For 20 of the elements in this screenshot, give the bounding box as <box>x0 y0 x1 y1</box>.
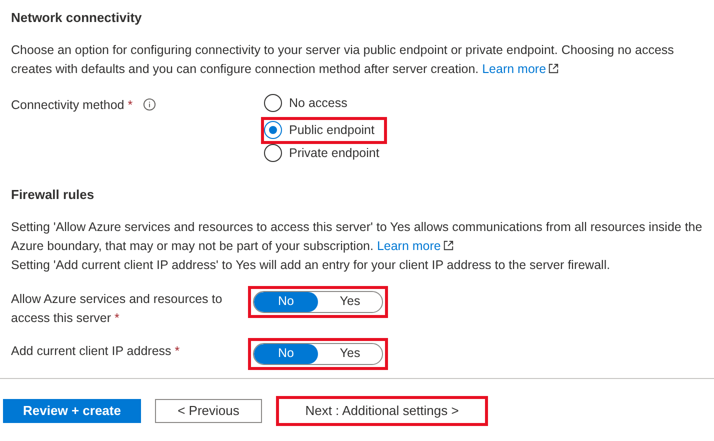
radio-option[interactable]: Private endpoint <box>264 142 390 164</box>
section-heading: Network connectivity <box>11 9 143 27</box>
field-label: Connectivity method * <box>11 98 133 112</box>
toggle-option[interactable]: No <box>254 344 318 364</box>
info-icon[interactable] <box>142 98 156 110</box>
radio-option[interactable]: Public endpoint <box>264 120 384 141</box>
external-link-icon <box>548 62 560 74</box>
external-link-icon <box>442 240 454 250</box>
radio-option[interactable]: No access <box>264 92 358 114</box>
toggle-option[interactable]: No <box>254 292 318 312</box>
learn-more-link[interactable]: Learn more <box>482 62 560 76</box>
nav-button[interactable]: Review + create <box>3 398 141 422</box>
field-label: Allow Azure services and resources to access this server * <box>11 292 222 324</box>
description-text: Choose an option for configuring connectivity to your server via public endpoint or private endpoint. Choosing no access creates with defaults and you can configure connection method after server creation. Learn more <box>11 42 675 78</box>
field-label: Add current client IP address * <box>11 344 180 358</box>
learn-more-link[interactable]: Learn more <box>376 238 454 252</box>
section-heading: Firewall rules <box>11 186 96 204</box>
nav-button[interactable]: < Previous <box>155 398 262 422</box>
description-text: Setting 'Allow Azure services and resources to access this server' to Yes allows communications from all resources inside the Azure boundary, that may or may not be part of your subscription. Learn more <box>11 218 703 255</box>
description-text: Setting 'Add current client IP address' to Yes will add an entry for your client IP address to the server firewall. <box>11 256 612 274</box>
